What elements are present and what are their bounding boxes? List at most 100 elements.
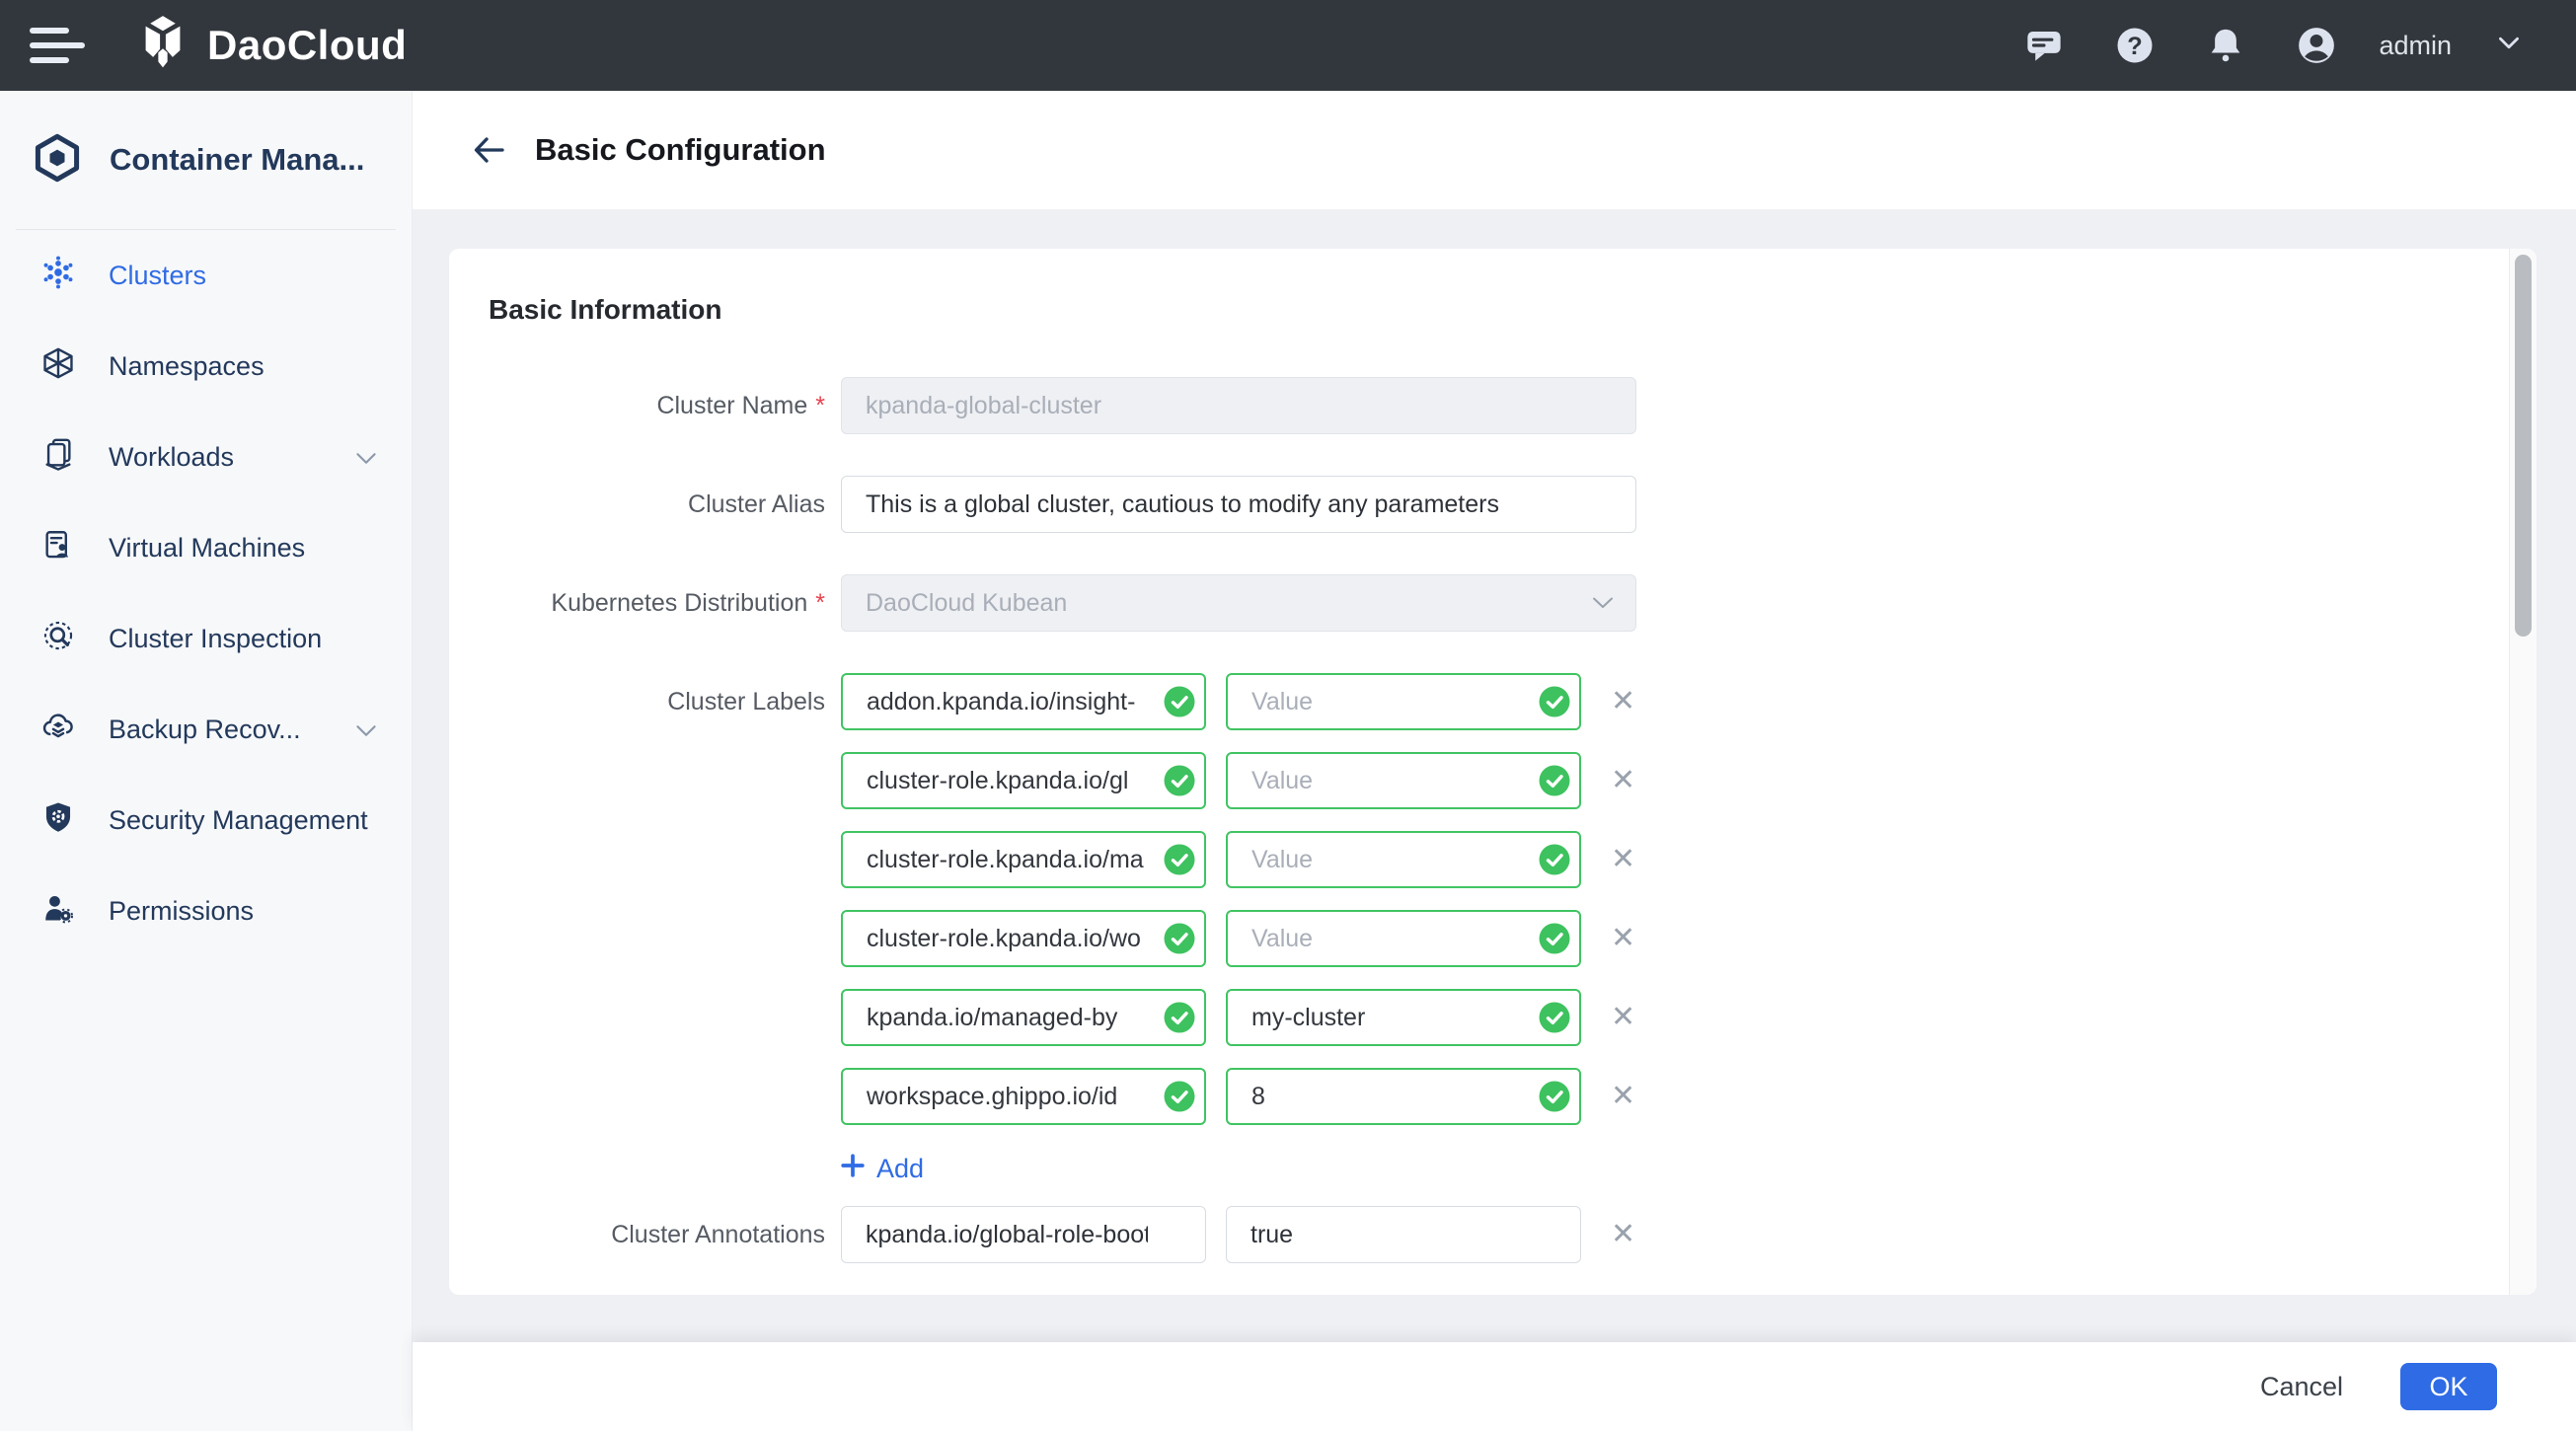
daocloud-logo-icon [134,15,191,77]
label-row: ✕ [841,1068,1635,1125]
sidebar-item-namespaces[interactable]: Namespaces [0,321,412,412]
add-label-button[interactable]: Add [841,1147,924,1190]
sidebar-item-clusters[interactable]: Clusters [0,230,412,321]
sidebar-item-security-management[interactable]: Security Management [0,775,412,866]
remove-label-close-icon[interactable]: ✕ [1611,924,1635,953]
label-key-input[interactable] [841,673,1206,730]
cluster-annotations-label: Cluster Annotations [489,1206,841,1263]
cluster-name-row: Cluster Name* [489,377,2467,434]
sidebar-item-label: Clusters [109,261,206,291]
security-management-icon [41,800,75,841]
add-label-text: Add [876,1154,924,1184]
label-key-input[interactable] [841,1068,1206,1125]
label-key-input[interactable] [841,831,1206,888]
cluster-labels-row: Cluster Labels ✕ [489,673,2467,1190]
message-icon[interactable] [2023,25,2065,66]
remove-label-close-icon[interactable]: ✕ [1611,766,1635,795]
topbar-actions: ? admin [2023,25,2521,66]
required-marker: * [815,392,825,419]
footer-action-bar: Cancel OK [413,1342,2576,1431]
sidebar-item-label: Namespaces [109,351,265,382]
page-title: Basic Configuration [535,132,826,168]
sidebar-item-workloads[interactable]: Workloads [0,412,412,502]
label-value-input[interactable] [1226,831,1581,888]
plus-icon [841,1154,865,1184]
annotation-value-input[interactable] [1226,1206,1581,1263]
cluster-alias-input[interactable] [841,476,1636,533]
sidebar-item-label: Permissions [109,896,254,927]
cluster-annotations-row: Cluster Annotations ✕ [489,1206,2467,1263]
remove-label-close-icon[interactable]: ✕ [1611,687,1635,716]
label-key-input[interactable] [841,989,1206,1046]
label-row: ✕ [841,752,1635,809]
label-value-input[interactable] [1226,752,1581,809]
sidebar-item-label: Virtual Machines [109,533,305,564]
basic-information-card: Basic Information Cluster Name* Cluster … [449,249,2537,1295]
page-header: Basic Configuration [413,91,2576,210]
valid-check-icon [1538,922,1571,955]
card-scrollbar-track[interactable] [2509,249,2537,1295]
content: Basic Information Cluster Name* Cluster … [413,210,2576,1342]
valid-check-icon [1538,843,1571,876]
card-scrollbar-thumb[interactable] [2515,255,2532,637]
cluster-name-input[interactable] [841,377,1636,434]
valid-check-icon [1163,1080,1196,1113]
bell-icon[interactable] [2205,25,2246,66]
help-icon[interactable]: ? [2114,25,2156,66]
valid-check-icon [1163,843,1196,876]
avatar[interactable] [2296,25,2337,66]
label-value-input[interactable] [1226,910,1581,967]
sidebar-item-virtual-machines[interactable]: Virtual Machines [0,502,412,593]
cluster-name-label: Cluster Name* [489,377,841,434]
username: admin [2379,31,2452,61]
valid-check-icon [1163,922,1196,955]
label-row: ✕ [841,989,1635,1046]
valid-check-icon [1163,1001,1196,1034]
sidebar-item-label: Cluster Inspection [109,624,322,654]
valid-check-icon [1163,685,1196,718]
sidebar: Container Mana... Clusters [0,91,413,1431]
label-value-input[interactable] [1226,673,1581,730]
backup-chevron-down-icon[interactable] [354,715,378,745]
cluster-alias-row: Cluster Alias [489,476,2467,533]
clusters-icon [41,256,75,296]
section-title: Basic Information [489,294,2467,326]
sidebar-item-permissions[interactable]: Permissions [0,866,412,956]
label-key-input[interactable] [841,910,1206,967]
cluster-labels-list: ✕ ✕ [841,673,1635,1190]
namespaces-icon [41,346,75,387]
label-row: ✕ [841,673,1635,730]
workloads-chevron-down-icon[interactable] [354,442,378,473]
label-value-input[interactable] [1226,1068,1581,1125]
sidebar-item-label: Security Management [109,805,368,836]
required-marker: * [815,589,825,617]
topbar: DaoCloud ? [0,0,2576,91]
daocloud-brand[interactable]: DaoCloud [134,15,407,77]
cancel-button[interactable]: Cancel [2260,1372,2343,1402]
virtual-machines-icon [41,528,75,568]
sidebar-item-backup-recovery[interactable]: Backup Recov... [0,684,412,775]
cluster-inspection-icon [41,619,75,659]
sidebar-item-label: Backup Recov... [109,715,301,745]
label-value-input[interactable] [1226,989,1581,1046]
workloads-icon [41,437,75,478]
label-key-input[interactable] [841,752,1206,809]
remove-label-close-icon[interactable]: ✕ [1611,1082,1635,1111]
user-menu-chevron-down-icon[interactable] [2497,36,2521,55]
remove-annotation-close-icon[interactable]: ✕ [1611,1220,1635,1249]
ok-button[interactable]: OK [2400,1363,2497,1410]
back-arrow-icon[interactable] [470,134,507,166]
remove-label-close-icon[interactable]: ✕ [1611,1003,1635,1032]
menu-icon[interactable] [30,18,85,73]
svg-text:?: ? [2128,33,2144,60]
remove-label-close-icon[interactable]: ✕ [1611,845,1635,874]
sidebar-item-label: Workloads [109,442,234,473]
annotation-key-input[interactable] [841,1206,1206,1263]
basic-information-form: Cluster Name* Cluster Alias Kubernetes D… [489,377,2467,1263]
kubernetes-distribution-select[interactable] [841,574,1636,632]
valid-check-icon [1163,764,1196,797]
sidebar-item-cluster-inspection[interactable]: Cluster Inspection [0,593,412,684]
brand-name: DaoCloud [207,22,407,69]
main-area: Basic Configuration Basic Information Cl… [413,91,2576,1431]
module-header[interactable]: Container Mana... [0,91,412,229]
